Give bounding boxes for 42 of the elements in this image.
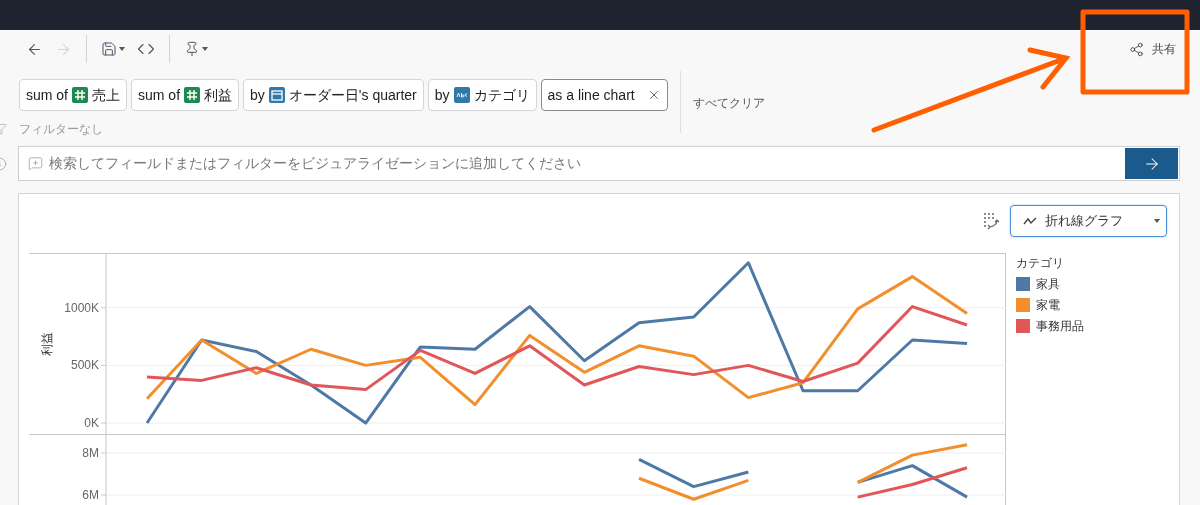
swap-axes-icon (982, 211, 1000, 230)
legend-label: 家具 (1036, 276, 1060, 293)
search-field[interactable]: 検索してフィールドまたはフィルターをビジュアライゼーションに追加してください (18, 146, 1180, 181)
legend-title: カテゴリ (1016, 255, 1065, 272)
caret-icon (202, 47, 208, 51)
pill-label: as a line chart (547, 85, 635, 105)
legend-label: 事務用品 (1036, 318, 1084, 335)
query-pill[interactable]: sum of 利益 (131, 79, 240, 111)
pill-field: 売上 (92, 84, 120, 106)
clear-all-button[interactable]: すべてクリア (692, 94, 765, 112)
query-pill[interactable]: sum of 売上 (19, 79, 127, 111)
y-axis-title: 利益 (40, 332, 54, 356)
chart-type-dropdown[interactable]: 折れ線グラフ (1010, 204, 1167, 237)
text-field-icon (453, 87, 470, 103)
number-field-icon (72, 87, 88, 103)
caret-icon (119, 47, 125, 51)
axis-tick-label: 1000K (64, 300, 99, 315)
pill-field: カテゴリ (473, 84, 530, 106)
pill-prefix: by (434, 85, 450, 105)
comment-plus-icon (28, 156, 43, 171)
calendar-icon (268, 87, 285, 103)
pill-field: オーダー日's quarter (288, 84, 417, 106)
line-chart-icon (1023, 215, 1037, 226)
pill-prefix: sum of (138, 85, 181, 105)
share-icon (1129, 41, 1144, 57)
query-pill[interactable]: as a line chart (540, 79, 668, 111)
caret-icon (1154, 218, 1160, 223)
axis-tick-label: 8M (82, 446, 99, 461)
pin-icon (184, 41, 200, 57)
axis-tick-label: 6M (82, 488, 99, 503)
pill-prefix: by (250, 85, 265, 105)
search-input[interactable]: 検索してフィールドまたはフィルターをビジュアライゼーションに追加してください (49, 153, 1125, 174)
share-button[interactable]: 共有 (1129, 40, 1176, 58)
axis-tick-label: 500K (70, 358, 99, 373)
axis-tick-label: 0K (84, 416, 99, 431)
filter-status: フィルターなし (19, 121, 103, 138)
query-pill[interactable]: by カテゴリ (427, 79, 537, 111)
pill-prefix: sum of (26, 85, 68, 105)
legend-label: 家電 (1036, 297, 1060, 314)
pill-field: 利益 (204, 84, 233, 106)
number-field-icon (184, 87, 201, 103)
query-pill[interactable]: by オーダー日's quarter (243, 79, 424, 111)
